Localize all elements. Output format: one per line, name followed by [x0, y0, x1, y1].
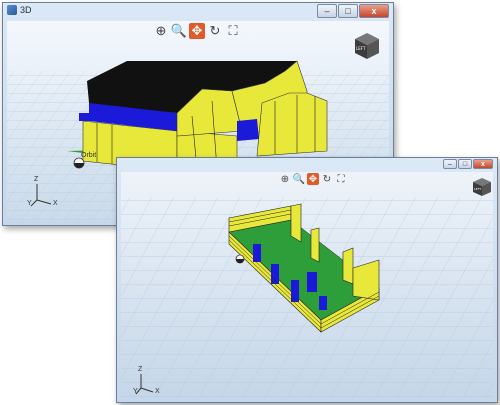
close-button[interactable]: x — [473, 159, 493, 169]
navigation-cube-icon[interactable]: LEFT — [471, 176, 493, 198]
axis-y-label: Y — [27, 200, 32, 207]
fit-view-icon[interactable]: ⛶ — [225, 23, 241, 39]
rotate-icon[interactable]: ↻ — [207, 23, 223, 39]
front-3d-viewport[interactable]: ⊕ 🔍 ✥ ↻ ⛶ LEFT Z Y X — [121, 172, 493, 398]
app-icon — [7, 5, 17, 15]
zoom-window-icon[interactable]: ⊕ — [279, 173, 291, 185]
zoom-icon[interactable]: 🔍 — [293, 173, 305, 185]
pan-icon[interactable]: ✥ — [189, 23, 205, 39]
axis-x-label: X — [53, 200, 58, 207]
navigation-cube-icon[interactable]: LEFT — [351, 31, 383, 61]
axis-z-label: Z — [138, 366, 143, 373]
navcube-label: LEFT — [474, 187, 481, 191]
maximize-button[interactable]: □ — [458, 159, 472, 169]
zoom-icon[interactable]: 🔍 — [171, 23, 187, 39]
zoom-window-icon[interactable]: ⊕ — [153, 23, 169, 39]
orbit-label: Orbit — [81, 152, 97, 159]
axis-triad: Z Y X — [133, 366, 163, 398]
rotate-icon[interactable]: ↻ — [321, 173, 333, 185]
maximize-button[interactable]: □ — [338, 4, 358, 18]
axis-y-label: Y — [133, 388, 138, 395]
back-view-toolbar: ⊕ 🔍 ✥ ↻ ⛶ — [153, 23, 241, 39]
close-button[interactable]: x — [359, 4, 389, 18]
front-3d-window: – □ x ⊕ 🔍 ✥ ↻ ⛶ LEFT Z Y X — [116, 157, 498, 403]
front-3d-scene — [121, 172, 493, 398]
back-window-title: 3D — [20, 5, 32, 15]
minimize-button[interactable]: – — [317, 4, 337, 18]
pan-icon[interactable]: ✥ — [307, 173, 319, 185]
front-view-toolbar: ⊕ 🔍 ✥ ↻ ⛶ — [279, 173, 347, 185]
axis-x-label: X — [155, 388, 160, 395]
orbit-sphere-icon[interactable] — [235, 254, 245, 264]
front-window-titlebar[interactable]: – □ x — [117, 158, 497, 172]
navcube-label: LEFT — [356, 46, 366, 51]
axis-triad: Z Y X — [27, 176, 61, 210]
fit-view-icon[interactable]: ⛶ — [335, 173, 347, 185]
axis-z-label: Z — [34, 176, 39, 183]
minimize-button[interactable]: – — [443, 159, 457, 169]
back-window-titlebar[interactable]: 3D – □ x — [3, 3, 393, 21]
